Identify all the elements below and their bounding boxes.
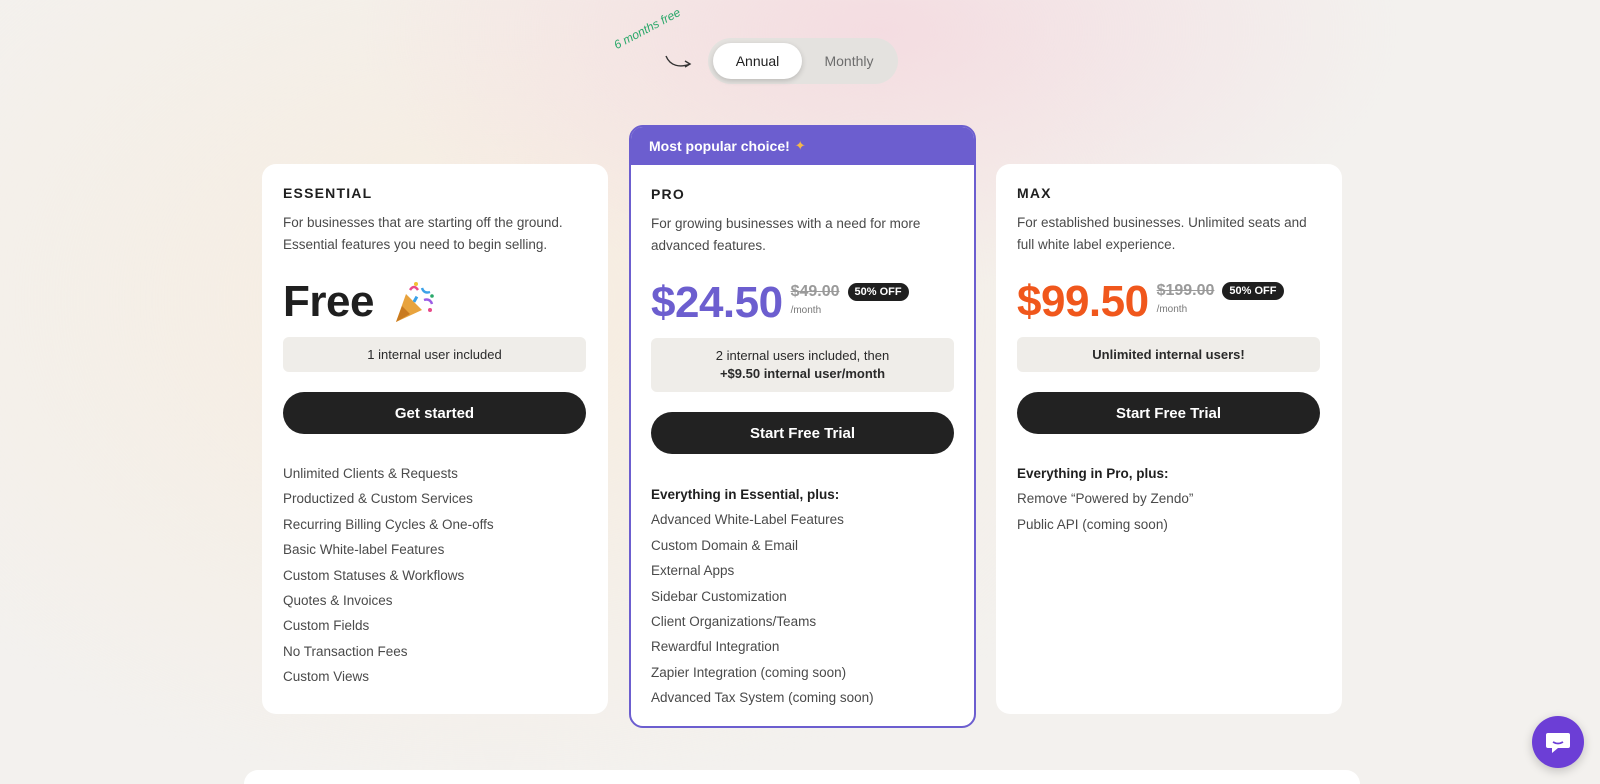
billing-period: /month bbox=[1156, 304, 1188, 315]
curved-arrow-icon bbox=[665, 55, 692, 68]
plan-name: MAX bbox=[1017, 185, 1052, 201]
feature-item: No Transaction Fees bbox=[283, 643, 408, 659]
feature-item: Custom Domain & Email bbox=[651, 537, 799, 553]
feature-item: Public API (coming soon) bbox=[1017, 516, 1168, 532]
start-free-trial-button[interactable]: Start Free Trial bbox=[1017, 392, 1320, 434]
most-popular-banner: Most popular choice! ✦ bbox=[631, 127, 974, 165]
price-row: $24.50 $49.00 50% OFF /month bbox=[651, 277, 909, 329]
price-row: Free bbox=[283, 276, 436, 328]
feature-item: Custom Statuses & Workflows bbox=[283, 567, 465, 583]
original-price: $49.00 bbox=[790, 283, 840, 300]
feature-item: Recurring Billing Cycles & One-offs bbox=[283, 516, 494, 532]
plan-description: For established businesses. Unlimited se… bbox=[1017, 215, 1307, 252]
feature-item: Advanced Tax System (coming soon) bbox=[651, 690, 874, 706]
feature-list-lead: Everything in Pro, plus: bbox=[1017, 466, 1169, 481]
feature-item: Basic White-label Features bbox=[283, 542, 445, 558]
plan-card-max: MAX For established businesses. Unlimite… bbox=[996, 164, 1342, 714]
users-note-line1: 2 internal users included, then bbox=[715, 348, 890, 363]
feature-item: Quotes & Invoices bbox=[283, 593, 393, 609]
users-included-note: 2 internal users included, then +$9.50 i… bbox=[651, 338, 954, 392]
feature-item: Custom Views bbox=[283, 669, 370, 685]
users-included-note: 1 internal user included bbox=[283, 337, 586, 372]
feature-item: Rewardful Integration bbox=[651, 639, 780, 655]
price-meta: $199.00 50% OFF /month bbox=[1157, 282, 1284, 315]
feature-list: Unlimited Clients & Requests Productized… bbox=[283, 461, 494, 690]
feature-item: Productized & Custom Services bbox=[283, 491, 473, 507]
users-note-text: Unlimited internal users! bbox=[1092, 346, 1245, 362]
plan-description: For growing businesses with a need for m… bbox=[651, 216, 921, 253]
plan-price: $24.50 bbox=[651, 278, 783, 327]
feature-item: Unlimited Clients & Requests bbox=[283, 466, 458, 481]
feature-item: Remove “Powered by Zendo” bbox=[1017, 491, 1194, 507]
billing-toggle-area: 6 months free Annual Monthly bbox=[611, 5, 900, 94]
feature-list: Everything in Essential, plus: Advanced … bbox=[651, 482, 874, 711]
feature-list-lead: Everything in Essential, plus: bbox=[651, 487, 840, 502]
chat-bubble-icon bbox=[1546, 733, 1570, 753]
plan-price: Free bbox=[283, 277, 374, 326]
users-included-note: Unlimited internal users! bbox=[1017, 337, 1320, 372]
promo-label: 6 months free bbox=[611, 5, 683, 52]
start-free-trial-button[interactable]: Start Free Trial bbox=[651, 412, 954, 454]
discount-badge: 50% OFF bbox=[847, 283, 909, 301]
price-meta: $49.00 50% OFF /month bbox=[791, 283, 909, 316]
feature-list: Everything in Pro, plus: Remove “Powered… bbox=[1017, 461, 1193, 537]
plan-price: $99.50 bbox=[1017, 277, 1149, 326]
plan-description: For businesses that are starting off the… bbox=[283, 215, 563, 252]
feature-item: Sidebar Customization bbox=[651, 588, 787, 604]
users-note-line2: +$9.50 internal user/month bbox=[719, 366, 886, 381]
plan-card-pro: Most popular choice! ✦ PRO For growing b… bbox=[629, 125, 976, 728]
feature-item: Zapier Integration (coming soon) bbox=[651, 664, 847, 680]
monthly-option[interactable]: Monthly bbox=[804, 43, 894, 79]
party-popper-icon bbox=[395, 282, 434, 322]
plan-name: PRO bbox=[651, 186, 685, 202]
banner-text: Most popular choice! bbox=[649, 138, 790, 154]
original-price: $199.00 bbox=[1156, 282, 1215, 299]
get-started-button[interactable]: Get started bbox=[283, 392, 586, 434]
next-section-panel bbox=[244, 770, 1360, 784]
annual-option[interactable]: Annual bbox=[713, 43, 802, 79]
discount-badge: 50% OFF bbox=[1222, 282, 1284, 300]
feature-item: Advanced White-Label Features bbox=[651, 512, 844, 528]
users-note-text: 1 internal user included bbox=[367, 346, 502, 362]
plan-name: ESSENTIAL bbox=[283, 185, 373, 201]
billing-toggle[interactable]: Annual Monthly bbox=[708, 38, 898, 84]
sparkle-icon: ✦ bbox=[794, 138, 806, 153]
feature-item: Custom Fields bbox=[283, 618, 370, 634]
chat-widget-button[interactable] bbox=[1532, 716, 1584, 768]
feature-item: External Apps bbox=[651, 563, 735, 579]
billing-period: /month bbox=[790, 305, 822, 316]
price-row: $99.50 $199.00 50% OFF /month bbox=[1017, 276, 1284, 328]
plan-card-essential: ESSENTIAL For businesses that are starti… bbox=[262, 164, 608, 714]
feature-item: Client Organizations/Teams bbox=[651, 614, 817, 630]
